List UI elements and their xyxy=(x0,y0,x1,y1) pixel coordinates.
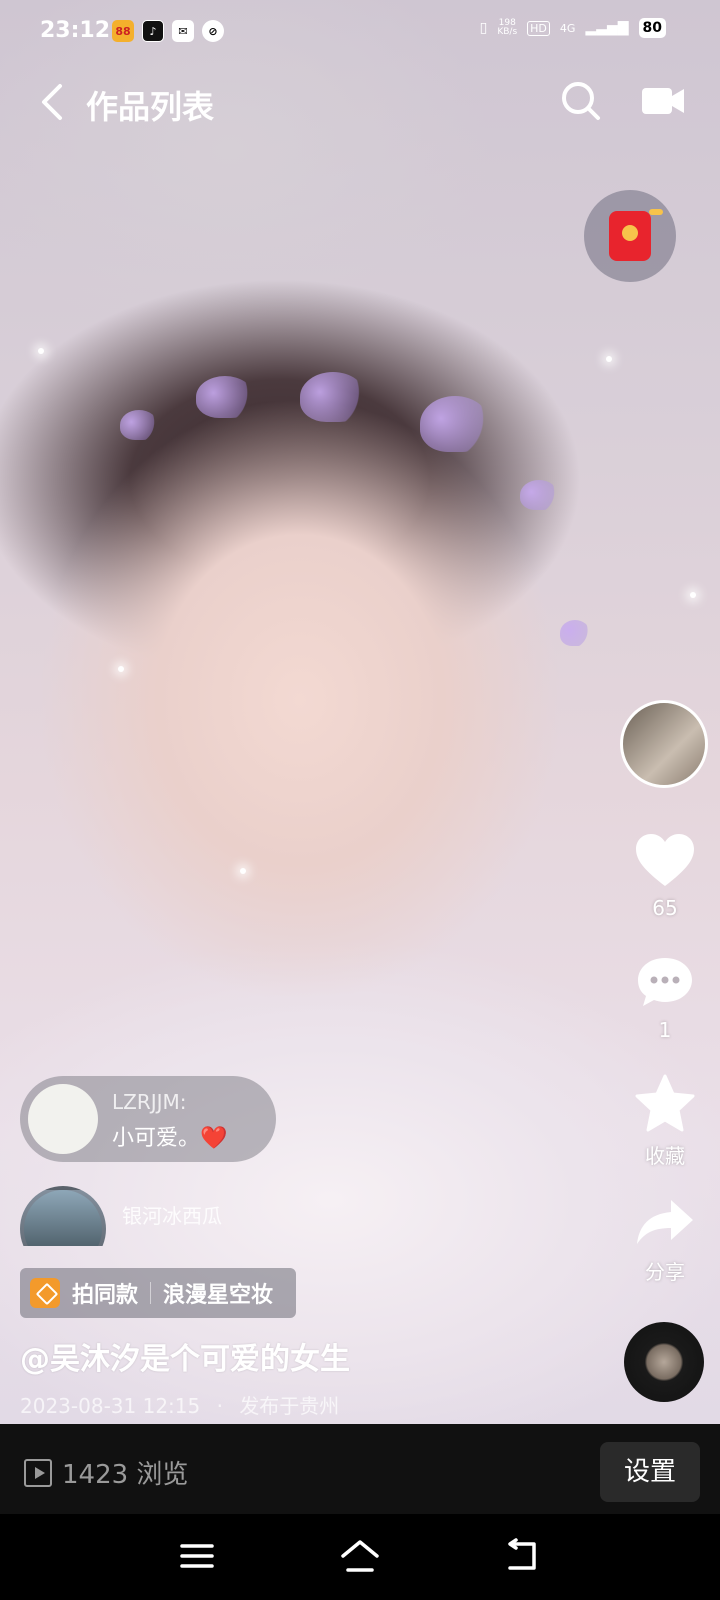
browser-notification-icon: ⊘ xyxy=(202,20,224,42)
meta-separator: · xyxy=(216,1394,223,1418)
share-button[interactable]: 分享 xyxy=(620,1196,710,1285)
post-datetime: 2023-08-31 12:15 xyxy=(20,1394,201,1418)
red-packet-button[interactable] xyxy=(584,190,676,282)
search-icon[interactable] xyxy=(560,80,602,122)
views-info: 1423 浏览 xyxy=(24,1454,188,1491)
effect-name: 浪漫星空妆 xyxy=(163,1283,274,1308)
net-speed: 198 KB/s xyxy=(497,19,517,37)
comment-icon xyxy=(638,958,692,1006)
share-label: 分享 xyxy=(645,1260,685,1284)
hd-badge: HD xyxy=(527,20,550,36)
post-meta: 2023-08-31 12:15 · 发布于贵州 xyxy=(20,1390,339,1419)
favorite-label: 收藏 xyxy=(645,1144,685,1168)
like-count: 65 xyxy=(652,896,678,920)
sparkle-decoration xyxy=(118,666,124,672)
comment-button[interactable]: 1 xyxy=(620,954,710,1042)
vibrate-icon: ▯ xyxy=(479,20,488,36)
share-arrow-icon xyxy=(637,1200,693,1244)
sparkle-decoration xyxy=(38,348,44,354)
butterfly-decoration xyxy=(120,410,158,440)
red-packet-icon xyxy=(609,209,663,261)
bottom-bar: 1423 浏览 设置 xyxy=(0,1424,720,1514)
butterfly-decoration xyxy=(520,480,558,510)
shoot-same-label: 拍同款 xyxy=(72,1283,139,1308)
danmaku-comment[interactable]: 银河冰西瓜 xyxy=(20,1186,320,1246)
message-notification-icon: ✉ xyxy=(172,20,194,42)
settings-button[interactable]: 设置 xyxy=(600,1442,700,1502)
butterfly-decoration xyxy=(196,376,254,418)
butterfly-decoration xyxy=(420,396,490,452)
music-disc[interactable] xyxy=(624,1322,704,1402)
butterfly-decoration xyxy=(560,620,590,646)
heart-icon xyxy=(636,834,694,886)
sparkle-decoration xyxy=(606,356,612,362)
status-right: ▯ 198 KB/s HD 4G ▂▃▅▇ 80 xyxy=(480,18,666,38)
butterfly-decoration xyxy=(300,372,366,422)
author-avatar[interactable] xyxy=(620,700,708,788)
comment-count: 1 xyxy=(658,1018,672,1042)
like-button[interactable]: 65 xyxy=(620,832,710,920)
commenter-name: 银河冰西瓜 xyxy=(122,1204,222,1228)
status-bar: 23:12 88 ♪ ✉ ⊘ ▯ 198 KB/s HD 4G ▂▃▅▇ 80 xyxy=(0,0,720,66)
top-nav: 作品列表 xyxy=(0,70,720,134)
video-description[interactable]: @吴沐汐是个可爱的女生 xyxy=(20,1334,350,1378)
sparkle-decoration xyxy=(690,592,696,598)
star-icon xyxy=(635,1074,695,1132)
back-nav-icon[interactable] xyxy=(504,1538,540,1572)
commenter-avatar xyxy=(28,1084,98,1154)
divider xyxy=(150,1282,152,1304)
app-notification-icon: 88 xyxy=(112,20,134,42)
notification-icons: 88 ♪ ✉ ⊘ xyxy=(112,20,224,42)
commenter-name: LZRJJM: xyxy=(112,1090,187,1114)
play-box-icon xyxy=(24,1458,52,1487)
tiktok-notification-icon: ♪ xyxy=(142,20,164,42)
effect-icon xyxy=(30,1278,60,1308)
view-count: 1423 浏览 xyxy=(62,1460,189,1490)
home-icon[interactable] xyxy=(340,1538,380,1574)
system-nav-bar xyxy=(0,1514,720,1600)
camera-icon[interactable] xyxy=(640,84,686,118)
status-time: 23:12 xyxy=(40,18,111,43)
network-type: 4G xyxy=(559,21,576,35)
effect-tag[interactable]: 拍同款 浪漫星空妆 xyxy=(20,1268,296,1318)
battery-level: 80 xyxy=(638,18,666,38)
favorite-button[interactable]: 收藏 xyxy=(620,1074,710,1169)
danmaku-comment[interactable]: LZRJJM: 小可爱。❤️ xyxy=(20,1076,276,1162)
net-speed-unit: KB/s xyxy=(497,27,518,37)
back-icon[interactable] xyxy=(38,82,68,122)
menu-icon[interactable] xyxy=(180,1542,214,1570)
comment-text: 小可爱。❤️ xyxy=(112,1126,228,1151)
page-title: 作品列表 xyxy=(86,88,215,126)
commenter-avatar xyxy=(20,1186,106,1246)
sparkle-decoration xyxy=(240,868,246,874)
signal-icon: ▂▃▅▇ xyxy=(585,20,629,36)
post-location: 发布于贵州 xyxy=(239,1394,340,1418)
